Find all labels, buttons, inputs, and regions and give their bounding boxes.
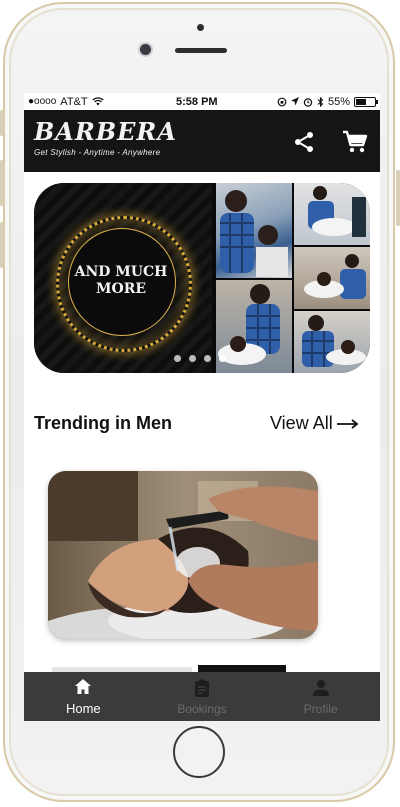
cart-icon[interactable] [342, 130, 368, 154]
banner-photo-collage [214, 183, 370, 373]
status-bar: ●oooo AT&T 5:58 PM 55% [24, 93, 380, 110]
carousel-dot[interactable] [189, 355, 196, 362]
nav-bookings[interactable]: Bookings [143, 672, 262, 721]
wifi-icon [91, 97, 104, 106]
mute-switch [0, 110, 4, 136]
section-title: Trending in Men [34, 413, 172, 433]
share-icon[interactable] [292, 130, 316, 154]
nav-profile[interactable]: Profile [261, 672, 380, 721]
battery-icon [354, 96, 378, 107]
collage-photo [216, 280, 292, 373]
proximity-sensor [197, 24, 204, 31]
trending-service-card[interactable] [48, 471, 318, 639]
rotation-lock-icon [277, 97, 287, 106]
carousel-indicator [174, 355, 226, 362]
carousel-dot[interactable] [174, 355, 181, 362]
clipboard-icon [195, 679, 209, 697]
brand-logo[interactable]: BARBERA Get Stylish - Anytime - Anywhere [34, 117, 177, 166]
volume-up-button [0, 160, 4, 206]
bottom-navigation: Home Bookings Profile [24, 672, 380, 721]
volume-down-button [0, 222, 4, 268]
collage-photo [216, 183, 292, 278]
arrow-right-icon [336, 418, 359, 429]
logo-name: BARBERA [34, 117, 177, 146]
view-all-label: View All [270, 413, 333, 433]
banner-line-2: MORE [96, 281, 146, 297]
nav-label-profile: Profile [303, 701, 338, 716]
power-button [396, 170, 400, 226]
promo-banner-carousel[interactable]: AND MUCH MORE [34, 183, 370, 373]
nav-label-bookings: Bookings [177, 701, 227, 716]
nav-label-home: Home [65, 701, 101, 716]
banner-headline: AND MUCH MORE [68, 264, 174, 298]
home-icon [75, 679, 92, 694]
signal-strength: ●oooo [28, 96, 57, 107]
person-icon [312, 679, 329, 696]
front-camera [140, 44, 151, 55]
collage-photo [294, 311, 370, 373]
hair-wash-photo [48, 471, 318, 639]
collage-photo [294, 247, 370, 309]
alarm-icon [303, 97, 313, 107]
logo-tagline: Get Stylish - Anytime - Anywhere [34, 148, 161, 157]
app-screen: ●oooo AT&T 5:58 PM 55% BARBERA Get Styli… [24, 93, 380, 721]
bluetooth-icon [317, 96, 324, 107]
carrier-name: AT&T [60, 95, 88, 108]
carousel-dot[interactable] [219, 355, 226, 362]
carousel-dot[interactable] [204, 355, 211, 362]
location-icon [290, 97, 299, 106]
banner-line-1: AND MUCH [74, 264, 168, 280]
app-bar: BARBERA Get Stylish - Anytime - Anywhere [24, 110, 380, 172]
banner-slide-left: AND MUCH MORE [34, 183, 212, 373]
view-all-link[interactable]: View All [270, 413, 359, 434]
home-hardware-button[interactable] [173, 726, 225, 778]
nav-home[interactable]: Home [24, 672, 143, 721]
battery-level [356, 98, 366, 105]
clock: 5:58 PM [176, 95, 218, 108]
collage-photo [294, 183, 370, 245]
battery-percent: 55% [327, 95, 350, 108]
earpiece-speaker [175, 48, 227, 53]
